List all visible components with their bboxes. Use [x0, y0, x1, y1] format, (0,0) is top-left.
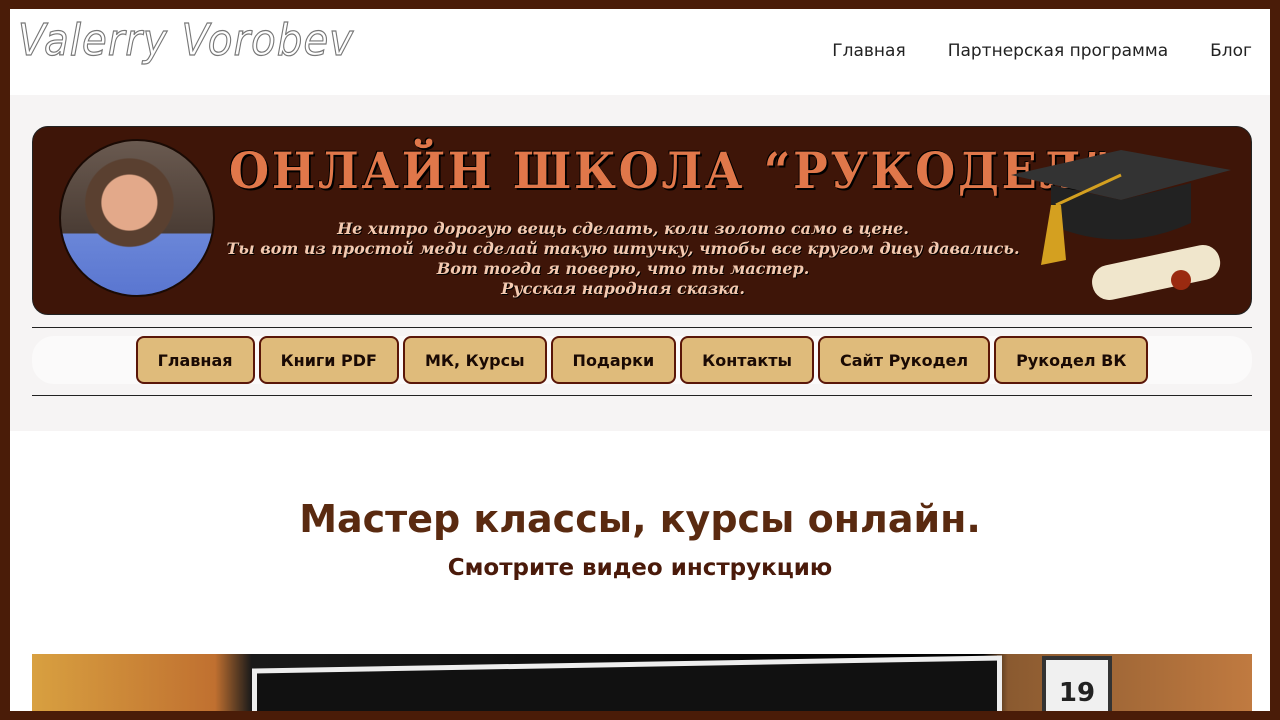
- top-nav: Главная Партнерская программа Блог: [832, 41, 1252, 61]
- banner-section: ОНЛАЙН ШКОЛА “РУКОДЕЛ” Не хитро дорогую …: [10, 95, 1270, 431]
- menu-gifts-button[interactable]: Подарки: [550, 336, 677, 384]
- menu-site-button[interactable]: Сайт Рукодел: [817, 336, 991, 384]
- divider: [32, 395, 1252, 396]
- page-title: Мастер классы, курсы онлайн.: [299, 497, 981, 541]
- main-menu: Главная Книги PDF МК, Курсы Подарки Конт…: [32, 336, 1252, 384]
- banner-title: ОНЛАЙН ШКОЛА “РУКОДЕЛ”: [229, 141, 1113, 200]
- top-nav-home[interactable]: Главная: [832, 41, 905, 61]
- page-subtitle: Смотрите видео инструкцию: [447, 555, 833, 581]
- site-logo[interactable]: Valerry Vorobev: [17, 14, 354, 66]
- site-header: Valerry Vorobev Главная Партнерская прог…: [10, 9, 1270, 95]
- author-photo: [59, 139, 215, 297]
- school-banner: ОНЛАЙН ШКОЛА “РУКОДЕЛ” Не хитро дорогую …: [32, 126, 1252, 315]
- quote-line: Вот тогда я поверю, что ты мастер.: [436, 259, 810, 278]
- page: Valerry Vorobev Главная Партнерская прог…: [10, 9, 1270, 711]
- menu-books-button[interactable]: Книги PDF: [258, 336, 399, 384]
- top-nav-blog[interactable]: Блог: [1210, 41, 1252, 61]
- calendar-icon: 19: [1042, 656, 1112, 711]
- menu-home-button[interactable]: Главная: [135, 336, 255, 384]
- tablet-screen: [252, 655, 1002, 711]
- menu-contacts-button[interactable]: Контакты: [680, 336, 814, 384]
- graduation-cap-icon: [1011, 150, 1231, 300]
- video-thumbnail[interactable]: 19: [32, 654, 1252, 711]
- divider: [32, 327, 1252, 328]
- quote-line: Ты вот из простой меди сделай такую штуч…: [226, 239, 1020, 258]
- quote-line: Не хитро дорогую вещь сделать, коли золо…: [337, 219, 909, 238]
- quote-line: Русская народная сказка.: [501, 279, 745, 298]
- banner-quote: Не хитро дорогую вещь сделать, коли золо…: [223, 219, 1023, 299]
- menu-courses-button[interactable]: МК, Курсы: [402, 336, 547, 384]
- top-nav-partner[interactable]: Партнерская программа: [948, 41, 1168, 61]
- menu-vk-button[interactable]: Рукодел ВК: [994, 336, 1149, 384]
